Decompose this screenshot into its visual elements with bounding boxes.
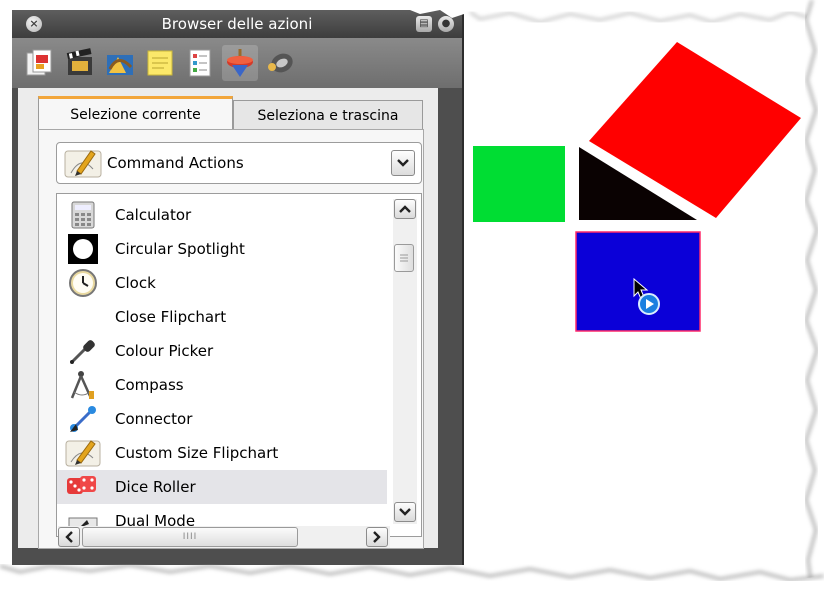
list-item-label: Colour Picker bbox=[115, 342, 214, 360]
blue-square[interactable] bbox=[575, 231, 701, 332]
chevron-down-icon[interactable] bbox=[394, 502, 416, 522]
horizontal-scrollbar[interactable]: IIII bbox=[58, 526, 390, 548]
calculator-icon bbox=[63, 199, 103, 231]
list-item-custom-size-flipchart[interactable]: Custom Size Flipchart bbox=[57, 436, 387, 470]
action-browser-icon[interactable] bbox=[222, 45, 258, 81]
connector-icon bbox=[63, 403, 103, 435]
pin-icon[interactable]: ● bbox=[438, 16, 454, 32]
notes-browser-icon[interactable] bbox=[142, 45, 178, 81]
list-item-close-flipchart[interactable]: Close Flipchart bbox=[57, 300, 387, 334]
object-browser-icon[interactable] bbox=[102, 45, 138, 81]
tab-select-and-drag-label: Seleziona e trascina bbox=[257, 107, 399, 124]
clock-icon bbox=[63, 267, 103, 299]
list-item-label: Custom Size Flipchart bbox=[115, 444, 279, 462]
flipchart-pen-icon bbox=[61, 145, 105, 181]
spotlight-icon bbox=[63, 233, 103, 265]
voting-browser-icon[interactable] bbox=[262, 45, 298, 81]
list-item-label: Calculator bbox=[115, 206, 192, 224]
flipchart-icon bbox=[63, 437, 103, 469]
list-item-label: Compass bbox=[115, 376, 184, 394]
chevron-right-icon[interactable] bbox=[366, 527, 388, 547]
flipchart-canvas bbox=[473, 11, 801, 332]
green-square[interactable] bbox=[473, 146, 565, 222]
chevron-left-icon[interactable] bbox=[58, 527, 80, 547]
vertical-scroll-thumb[interactable] bbox=[394, 244, 414, 272]
list-item-label: Dice Roller bbox=[115, 478, 196, 496]
tab-select-and-drag[interactable]: Seleziona e trascina bbox=[233, 100, 423, 130]
list-item-label: Circular Spotlight bbox=[115, 240, 245, 258]
list-item-clock[interactable]: Clock bbox=[57, 266, 387, 300]
chevron-up-icon[interactable] bbox=[394, 199, 416, 219]
list-item-compass[interactable]: Compass bbox=[57, 368, 387, 402]
list-item-colour-picker[interactable]: Colour Picker bbox=[57, 334, 387, 368]
tab-current-selection-label: Selezione corrente bbox=[70, 106, 201, 123]
property-browser-icon[interactable] bbox=[182, 45, 218, 81]
horizontal-scroll-thumb[interactable]: IIII bbox=[82, 527, 298, 547]
action-play-icon bbox=[638, 293, 660, 315]
actions-list: Calculator Circular Spotlight Clock Clos… bbox=[56, 193, 422, 537]
list-item-circular-spotlight[interactable]: Circular Spotlight bbox=[57, 232, 387, 266]
eyedropper-icon bbox=[63, 335, 103, 367]
panel-titlebar[interactable]: × Browser delle azioni ▤ ● bbox=[12, 10, 462, 38]
list-item-calculator[interactable]: Calculator bbox=[57, 198, 387, 232]
list-item-connector[interactable]: Connector bbox=[57, 402, 387, 436]
resource-browser-icon[interactable] bbox=[62, 45, 98, 81]
compass-icon bbox=[63, 369, 103, 401]
chevron-down-icon[interactable] bbox=[391, 150, 415, 176]
category-dropdown-value: Command Actions bbox=[107, 154, 244, 172]
panel-title: Browser delle azioni bbox=[161, 15, 313, 33]
list-item-dice-roller[interactable]: Dice Roller bbox=[57, 470, 387, 504]
blank-icon bbox=[63, 301, 103, 333]
vertical-scrollbar[interactable] bbox=[393, 199, 417, 524]
list-item-label: Connector bbox=[115, 410, 193, 428]
category-dropdown[interactable]: Command Actions bbox=[56, 142, 422, 184]
minimize-icon[interactable]: ▤ bbox=[416, 16, 432, 32]
close-icon[interactable]: × bbox=[26, 16, 42, 32]
page-browser-icon[interactable] bbox=[22, 45, 58, 81]
tab-current-selection[interactable]: Selezione corrente bbox=[38, 96, 233, 130]
scroll-grip: IIII bbox=[182, 532, 198, 542]
browser-toolbar bbox=[12, 38, 462, 88]
list-item-label: Clock bbox=[115, 274, 156, 292]
dice-icon bbox=[63, 471, 103, 503]
list-item-label: Close Flipchart bbox=[115, 308, 227, 326]
